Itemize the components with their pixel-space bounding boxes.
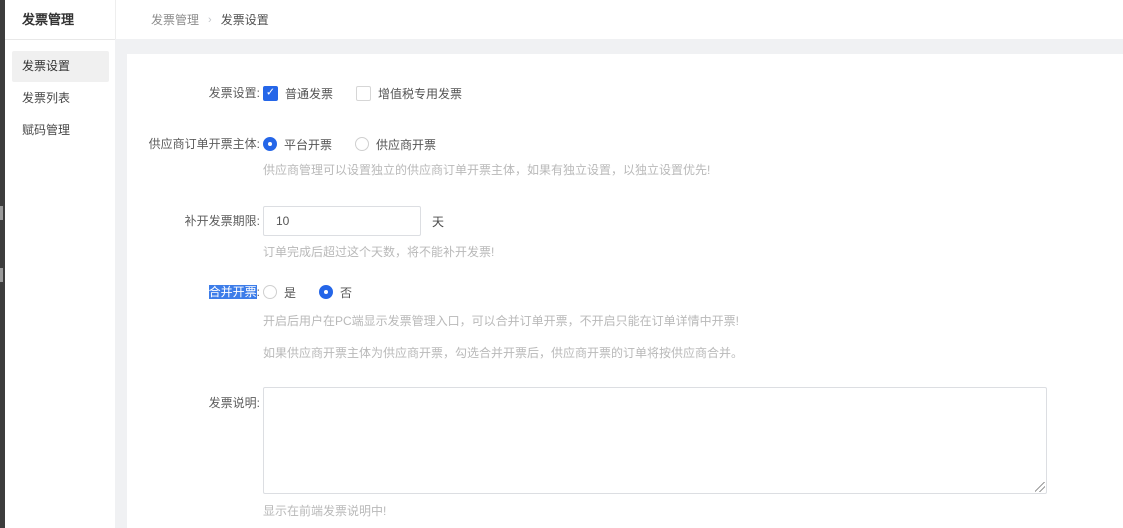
main-area: 发票管理 › 发票设置 发票设置: ✓ 普通发票 增值税专用发票 [115, 0, 1123, 528]
breadcrumb-item-parent[interactable]: 发票管理 [151, 11, 199, 28]
form-row-reissue-period: 补开发票期限: 天 [127, 206, 1123, 236]
radio-merge-yes[interactable]: 是 [263, 284, 296, 301]
sidebar-title: 发票管理 [5, 0, 115, 40]
breadcrumb-bar: 发票管理 › 发票设置 [115, 0, 1123, 39]
reissue-period-label: 补开发票期限: [127, 212, 260, 230]
invoice-note-textarea[interactable] [263, 387, 1047, 494]
reissue-period-control: 天 [263, 206, 444, 236]
checkbox-unchecked-icon [356, 86, 371, 101]
radio-unchecked-icon [355, 137, 369, 151]
radio-supplier-invoicing[interactable]: 供应商开票 [355, 136, 436, 153]
invoice-note-control [263, 387, 1047, 494]
rail-mark [0, 206, 3, 220]
form-row-invoice-note: 发票说明: [127, 387, 1123, 494]
radio-merge-no[interactable]: 否 [319, 284, 352, 301]
collapsed-nav-rail[interactable] [0, 0, 5, 528]
merge-invoice-label: 合并开票: [127, 283, 260, 301]
reissue-period-input[interactable] [263, 206, 421, 236]
supplier-subject-options: 平台开票 供应商开票 [263, 136, 436, 153]
sidebar-item-invoice-settings[interactable]: 发票设置 [12, 51, 109, 82]
checkbox-ordinary-invoice[interactable]: ✓ 普通发票 [263, 85, 333, 102]
invoice-type-label: 发票设置: [127, 84, 260, 102]
reissue-period-unit: 天 [432, 213, 444, 230]
content-area: 发票设置: ✓ 普通发票 增值税专用发票 供应商订单开票主体: [115, 39, 1123, 528]
sidebar: 发票管理 发票设置 发票列表 赋码管理 [5, 0, 115, 528]
merge-invoice-label-highlighted: 合并开票 [209, 285, 257, 299]
form-row-merge-invoice: 合并开票: 是 否 [127, 283, 1123, 301]
invoice-note-label: 发票说明: [127, 387, 260, 412]
merge-invoice-label-colon: : [257, 285, 260, 299]
reissue-period-hint: 订单完成后超过这个天数，将不能补开发票! [263, 244, 1123, 260]
checkbox-checked-icon: ✓ [263, 86, 278, 101]
radio-unchecked-icon [263, 285, 277, 299]
invoice-note-hint: 显示在前端发票说明中! [263, 503, 1123, 519]
sidebar-item-code-management[interactable]: 赋码管理 [12, 115, 109, 146]
form-row-invoice-type: 发票设置: ✓ 普通发票 增值税专用发票 [127, 84, 1123, 102]
radio-checked-icon [263, 137, 277, 151]
rail-mark [0, 268, 3, 282]
merge-invoice-hint-1: 开启后用户在PC端显示发票管理入口，可以合并订单开票，不开启只能在订单详情中开票… [263, 313, 1123, 329]
merge-invoice-hint-2: 如果供应商开票主体为供应商开票，勾选合并开票后，供应商开票的订单将按供应商合并。 [263, 345, 1123, 361]
sidebar-nav: 发票设置 发票列表 赋码管理 [5, 40, 115, 146]
app-root: 发票管理 发票设置 发票列表 赋码管理 发票管理 › 发票设置 发票设置: ✓ … [0, 0, 1123, 528]
radio-checked-icon [319, 285, 333, 299]
invoice-settings-card: 发票设置: ✓ 普通发票 增值税专用发票 供应商订单开票主体: [127, 54, 1123, 528]
supplier-subject-hint: 供应商管理可以设置独立的供应商订单开票主体，如果有独立设置，以独立设置优先! [263, 162, 1123, 178]
invoice-type-options: ✓ 普通发票 增值税专用发票 [263, 85, 462, 102]
supplier-subject-label: 供应商订单开票主体: [127, 135, 260, 153]
radio-platform-invoicing[interactable]: 平台开票 [263, 136, 332, 153]
breadcrumb-separator-icon: › [208, 14, 212, 26]
merge-invoice-options: 是 否 [263, 284, 352, 301]
checkbox-vat-special-invoice[interactable]: 增值税专用发票 [356, 85, 462, 102]
form-row-supplier-subject: 供应商订单开票主体: 平台开票 供应商开票 [127, 135, 1123, 153]
breadcrumb-item-current: 发票设置 [221, 11, 269, 28]
sidebar-item-invoice-list[interactable]: 发票列表 [12, 83, 109, 114]
